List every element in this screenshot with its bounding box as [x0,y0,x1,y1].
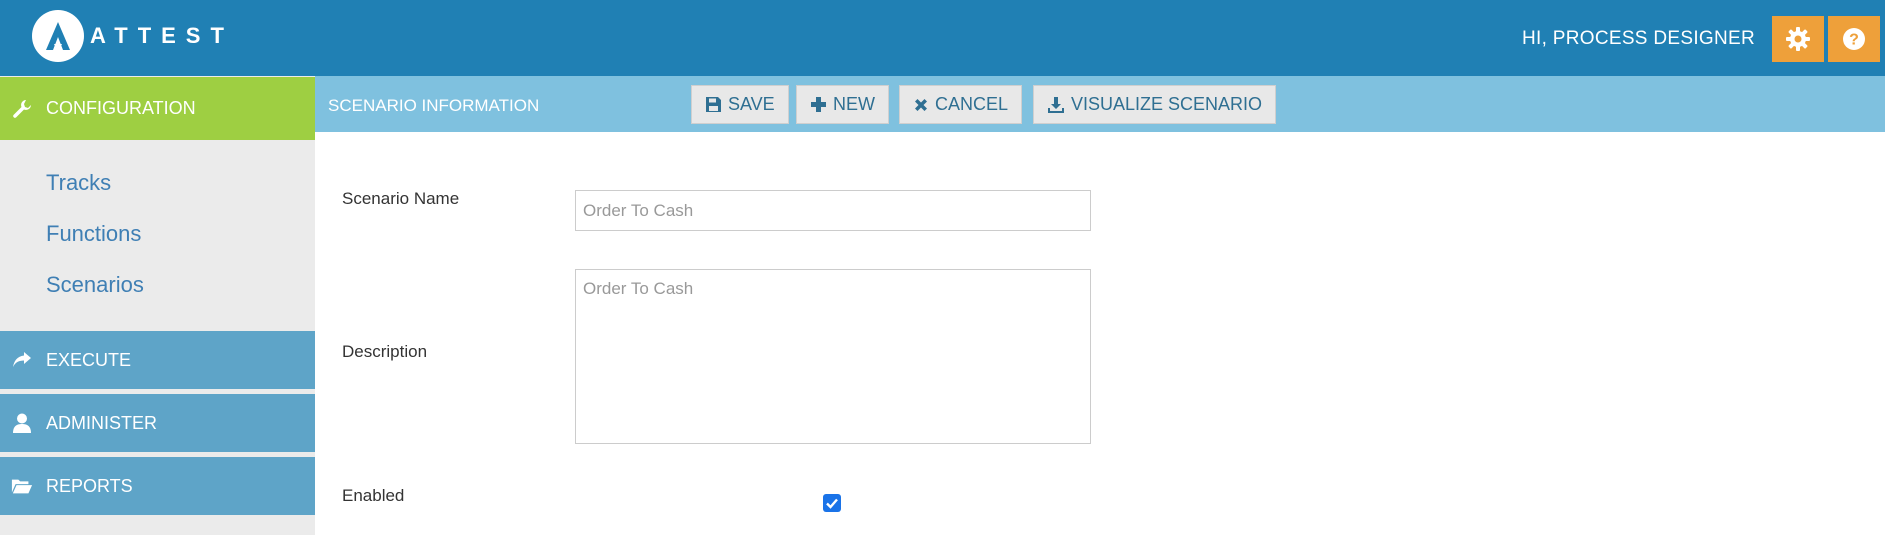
help-button[interactable]: ? [1828,16,1880,62]
new-label: NEW [833,94,875,114]
scenario-name-label: Scenario Name [342,189,460,208]
svg-text:?: ? [1849,32,1859,49]
question-circle-icon: ? [1843,28,1865,50]
share-arrow-icon [11,349,33,371]
sidebar-item-label: CONFIGURATION [46,98,196,118]
download-icon [1048,96,1064,113]
floppy-disk-icon [706,97,721,112]
new-button[interactable]: NEW [796,85,889,124]
gear-icon [1786,27,1810,51]
wrench-icon [11,98,33,120]
logo[interactable]: ATTEST [32,10,234,62]
section-title: SCENARIO INFORMATION [328,96,540,115]
settings-button[interactable] [1772,16,1824,62]
sidebar-link-functions[interactable]: Functions [46,221,141,247]
sidebar-item-reports[interactable]: REPORTS [0,457,315,515]
user-icon [11,412,33,434]
scenario-name-input[interactable]: Order To Cash [575,190,1091,231]
save-label: SAVE [728,94,775,114]
sidebar-item-administer[interactable]: ADMINISTER [0,394,315,452]
enabled-checkbox[interactable] [823,494,841,512]
cancel-button[interactable]: CANCEL [899,85,1023,124]
plus-icon [811,97,826,112]
sidebar-item-label: REPORTS [46,475,133,496]
description-textarea[interactable]: Order To Cash [575,269,1091,444]
checkmark-icon [826,498,838,509]
visualize-label: VISUALIZE SCENARIO [1071,94,1263,114]
top-header: ATTEST HI, PROCESS DESIGNER ? [0,0,1885,76]
sidebar-link-scenarios[interactable]: Scenarios [46,272,144,298]
cancel-label: CANCEL [935,94,1009,114]
close-icon [915,98,927,111]
sidebar-item-label: EXECUTE [46,349,132,370]
sidebar-item-configuration[interactable]: CONFIGURATION [0,77,315,140]
visualize-scenario-button[interactable]: VISUALIZE SCENARIO [1033,85,1277,124]
enabled-label: Enabled [342,486,405,505]
sidebar-link-tracks[interactable]: Tracks [46,170,111,196]
description-label: Description [342,342,428,361]
sidebar-item-label: ADMINISTER [46,412,158,433]
sidebar: CONFIGURATION Tracks Functions Scenarios… [0,76,315,535]
sidebar-item-execute[interactable]: EXECUTE [0,331,315,389]
folder-open-icon [11,475,33,497]
logo-text: ATTEST [90,23,234,48]
user-greeting: HI, PROCESS DESIGNER [1522,28,1755,49]
scenario-toolbar: SCENARIO INFORMATION SAVE NEW CANCEL VIS… [315,76,1885,132]
logo-mark-icon [32,10,84,62]
save-button[interactable]: SAVE [691,85,789,124]
